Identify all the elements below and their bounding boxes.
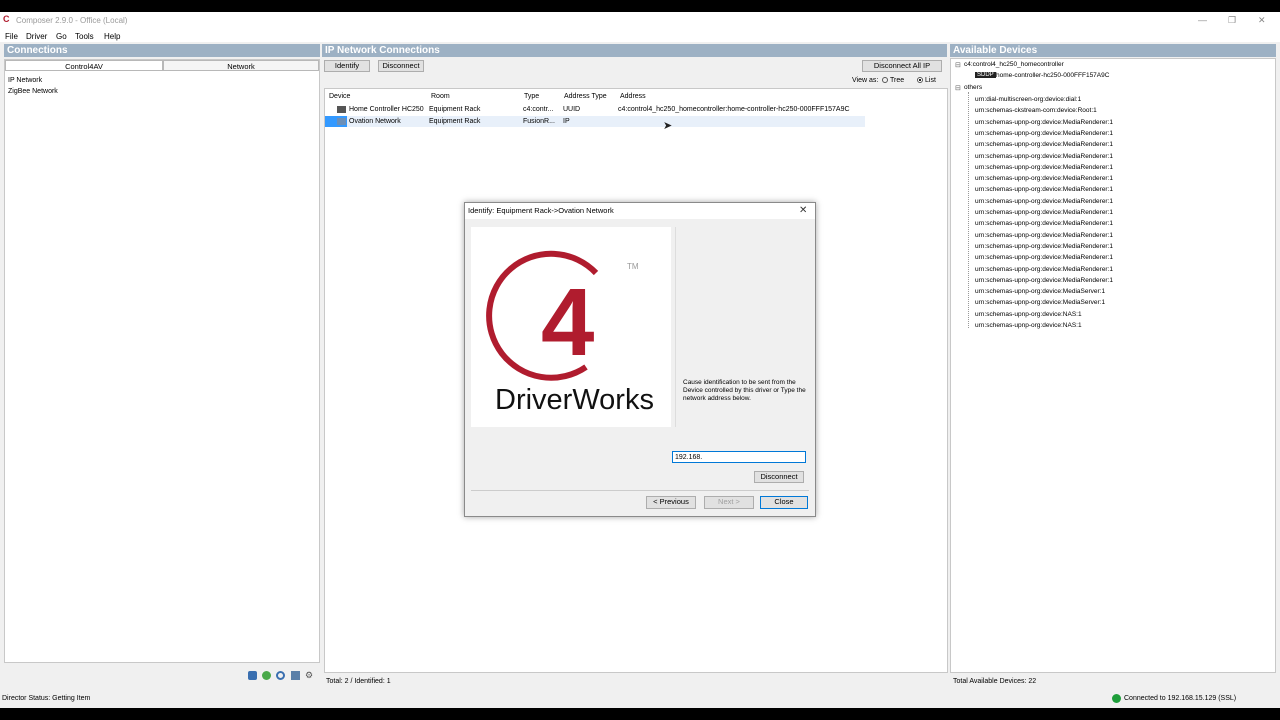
connections-pane: Control4AV Network IP Network ZigBee Net… xyxy=(4,59,320,663)
connections-item-ip-network[interactable]: IP Network xyxy=(8,77,42,84)
tree-collapse-icon[interactable]: ⊟ xyxy=(955,61,961,69)
identify-dialog: Identify: Equipment Rack->Ovation Networ… xyxy=(464,202,816,517)
disconnect-all-ip-button[interactable]: Disconnect All IP xyxy=(862,60,942,72)
available-devices-header: Available Devices xyxy=(950,44,1276,57)
available-device-item[interactable]: urn:schemas-upnp-org:device:MediaRendere… xyxy=(975,175,1113,183)
network-icon[interactable] xyxy=(248,671,257,680)
available-device-item[interactable]: urn:schemas-upnp-org:device:NAS:1 xyxy=(975,322,1082,330)
sddp-badge: SDDP xyxy=(975,72,996,78)
grid-icon[interactable] xyxy=(291,671,300,680)
dialog-title: Identify: Equipment Rack->Ovation Networ… xyxy=(465,203,815,219)
refresh-icon[interactable] xyxy=(262,671,271,680)
tab-control4av[interactable]: Control4AV xyxy=(5,60,163,71)
connection-status: Connected to 192.168.15.129 (SSL) xyxy=(1124,695,1237,702)
available-device-item[interactable]: urn:schemas-ckstream-com:device:Root:1 xyxy=(975,107,1097,115)
dialog-close-button[interactable]: Close xyxy=(760,496,808,509)
driverworks-logo-text: DriverWorks xyxy=(495,384,654,416)
available-device-item[interactable]: urn:schemas-upnp-org:device:MediaRendere… xyxy=(975,141,1113,149)
menu-driver[interactable]: Driver xyxy=(26,32,47,41)
view-tree-radio[interactable]: Tree xyxy=(882,77,904,84)
available-device-item[interactable]: urn:schemas-upnp-org:device:MediaRendere… xyxy=(975,164,1113,172)
available-device-item[interactable]: urn:schemas-upnp-org:device:MediaRendere… xyxy=(975,209,1113,217)
col-room[interactable]: Room xyxy=(431,93,450,100)
col-address[interactable]: Address xyxy=(620,93,646,100)
available-device-item[interactable]: urn:schemas-upnp-org:device:NAS:1 xyxy=(975,311,1082,319)
radio-tree-icon xyxy=(882,77,888,84)
tree-guide-line xyxy=(968,92,969,328)
network-device-icon xyxy=(337,118,346,125)
menu-help[interactable]: Help xyxy=(104,32,120,41)
available-device-item[interactable]: urn:schemas-upnp-org:device:MediaRendere… xyxy=(975,277,1113,285)
disconnect-button[interactable]: Disconnect xyxy=(378,60,424,72)
driverworks-logo-panel: 4 TM DriverWorks xyxy=(471,227,671,427)
mouse-pointer-icon: ➤ xyxy=(663,120,673,132)
menu-file[interactable]: File xyxy=(5,32,18,41)
window-titlebar: C Composer 2.9.0 - Office (Local) — ❐ ✕ xyxy=(0,12,1280,30)
available-total-label: Total Available Devices: 22 xyxy=(953,678,1037,685)
dialog-disconnect-button[interactable]: Disconnect xyxy=(754,471,804,483)
tree-expand-others-icon[interactable]: ⊟ xyxy=(955,84,961,92)
available-device-item[interactable]: urn:schemas-upnp-org:device:MediaRendere… xyxy=(975,243,1113,251)
close-window-icon[interactable]: ✕ xyxy=(1258,15,1266,26)
available-device-item[interactable]: urn:schemas-upnp-org:device:MediaRendere… xyxy=(975,266,1113,274)
director-status: Director Status: Getting Item xyxy=(2,695,91,702)
available-device-item[interactable]: urn:schemas-upnp-org:device:MediaRendere… xyxy=(975,186,1113,194)
available-device-item[interactable]: urn:schemas-upnp-org:device:MediaRendere… xyxy=(975,119,1113,127)
logo-digit: 4 xyxy=(541,269,594,376)
menu-go[interactable]: Go xyxy=(56,32,67,41)
ip-total-label: Total: 2 / Identified: 1 xyxy=(326,678,391,685)
view-list-radio[interactable]: List xyxy=(917,77,936,84)
window-title: Composer 2.9.0 - Office (Local) xyxy=(16,16,128,25)
available-device-item[interactable]: urn:schemas-upnp-org:device:MediaRendere… xyxy=(975,130,1113,138)
available-device-item[interactable]: urn:schemas-upnp-org:device:MediaRendere… xyxy=(975,153,1113,161)
tree-root-c4[interactable]: c4:control4_hc250_homecontroller xyxy=(964,61,1064,68)
dialog-close-icon[interactable]: ✕ xyxy=(799,205,807,216)
composer-logo-icon: C xyxy=(3,14,10,24)
restore-icon[interactable]: ❐ xyxy=(1228,15,1236,26)
available-device-item[interactable]: urn:schemas-upnp-org:device:MediaServer:… xyxy=(975,299,1105,307)
identify-button[interactable]: Identify xyxy=(324,60,370,72)
connections-header: Connections xyxy=(4,44,320,57)
col-device[interactable]: Device xyxy=(329,93,350,100)
network-address-field[interactable] xyxy=(672,451,806,463)
available-device-item[interactable]: urn:schemas-upnp-org:device:MediaRendere… xyxy=(975,254,1113,262)
tab-network[interactable]: Network xyxy=(163,60,319,71)
ip-connections-header: IP Network Connections xyxy=(322,44,947,57)
controller-device-icon xyxy=(337,106,346,113)
tree-others[interactable]: others xyxy=(964,84,982,91)
view-as-label: View as: xyxy=(852,77,879,84)
dialog-divider xyxy=(471,490,809,491)
radio-list-icon xyxy=(917,77,923,84)
logo-tm: TM xyxy=(627,262,639,271)
col-address-type[interactable]: Address Type xyxy=(564,93,607,100)
identify-instruction: Cause identification to be sent from the… xyxy=(683,379,806,402)
available-device-item[interactable]: urn:schemas-upnp-org:device:MediaServer:… xyxy=(975,288,1105,296)
scan-icon[interactable] xyxy=(276,671,285,680)
next-button: Next > xyxy=(704,496,754,509)
settings-icon[interactable]: ⚙ xyxy=(305,670,313,681)
menu-tools[interactable]: Tools xyxy=(75,32,94,41)
connected-icon xyxy=(1112,694,1121,703)
table-row[interactable]: Home Controller HC250 Equipment Rack c4:… xyxy=(325,104,865,115)
col-type[interactable]: Type xyxy=(524,93,539,100)
previous-button[interactable]: < Previous xyxy=(646,496,696,509)
tree-item-hc250[interactable]: home-controller-hc250-000FFF157A9C xyxy=(996,72,1109,79)
minimize-icon[interactable]: — xyxy=(1198,15,1207,25)
available-device-item[interactable]: urn:schemas-upnp-org:device:MediaRendere… xyxy=(975,198,1113,206)
table-row[interactable]: Ovation Network Equipment Rack FusionR..… xyxy=(325,116,865,127)
available-device-item[interactable]: urn:schemas-upnp-org:device:MediaRendere… xyxy=(975,220,1113,228)
available-device-item[interactable]: urn:dial-multiscreen-org:device:dial:1 xyxy=(975,96,1081,104)
available-device-item[interactable]: urn:schemas-upnp-org:device:MediaRendere… xyxy=(975,232,1113,240)
connections-item-zigbee-network[interactable]: ZigBee Network xyxy=(8,88,58,95)
available-devices-tree xyxy=(950,58,1276,673)
connections-toolbar: ⚙ xyxy=(246,670,318,683)
